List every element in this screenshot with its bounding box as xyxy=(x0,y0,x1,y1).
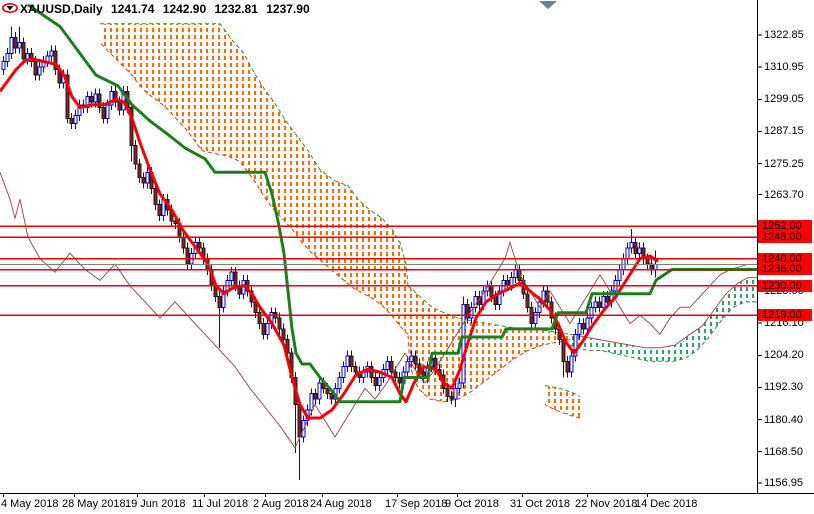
candle xyxy=(85,91,90,113)
price-tick-label: 1310.95 xyxy=(764,61,804,73)
price-chart-canvas[interactable] xyxy=(0,0,814,514)
candle xyxy=(13,31,18,54)
candle xyxy=(625,242,630,265)
date-label: 9 Oct 2018 xyxy=(445,498,499,510)
ohlc-close: 1237.90 xyxy=(266,2,310,16)
candle xyxy=(313,388,318,405)
candle xyxy=(617,264,622,286)
candle xyxy=(573,328,578,362)
date-label: 4 May 2018 xyxy=(1,498,59,510)
candle xyxy=(145,166,150,189)
date-label: 11 Jul 2018 xyxy=(192,498,249,510)
date-label: 2 Aug 2018 xyxy=(253,498,309,510)
candle xyxy=(141,172,146,189)
ohlc-open: 1241.74 xyxy=(111,2,155,16)
candle xyxy=(373,372,378,391)
price-tick-label: 1287.15 xyxy=(764,125,804,137)
price-tick-label: 1299.05 xyxy=(764,93,804,105)
candle xyxy=(1,56,6,76)
price-level-flag: 1230.00 xyxy=(758,280,812,292)
candle xyxy=(53,45,58,76)
candle xyxy=(5,48,10,67)
candle xyxy=(597,296,602,313)
candle xyxy=(593,296,598,313)
candle xyxy=(221,285,226,313)
candle xyxy=(77,99,82,121)
price-tick-label: 1322.85 xyxy=(764,29,804,41)
date-label: 14 Dec 2018 xyxy=(635,498,698,510)
ohlc-high: 1242.90 xyxy=(162,2,207,16)
candle xyxy=(317,377,322,405)
date-label: 22 Nov 2018 xyxy=(575,498,638,510)
candle xyxy=(69,112,74,130)
price-tick-label: 1180.40 xyxy=(764,414,803,426)
price-tick-label: 1156.95 xyxy=(764,477,803,489)
candle xyxy=(217,291,222,348)
candle xyxy=(513,264,518,283)
candle xyxy=(41,56,46,73)
candle xyxy=(589,301,594,324)
candle xyxy=(385,355,390,375)
candle xyxy=(649,258,654,275)
candle xyxy=(497,285,502,310)
candle xyxy=(137,158,142,184)
candle xyxy=(369,361,374,383)
price-level-flag: 1236.00 xyxy=(758,263,812,275)
price-tick-label: 1168.50 xyxy=(764,446,803,458)
arrow-down-marker[interactable] xyxy=(539,1,557,9)
ohlc-low: 1232.81 xyxy=(214,2,258,16)
chart-window: XAUUSD,Daily 1241.74 1242.90 1232.81 123… xyxy=(0,0,814,514)
candle xyxy=(581,318,586,335)
date-label: 19 Jun 2018 xyxy=(125,498,186,510)
ichimoku-cloud xyxy=(99,23,757,419)
candle xyxy=(237,280,242,300)
candle xyxy=(377,372,382,391)
candle xyxy=(113,85,118,108)
candle xyxy=(629,229,634,254)
axis-frame xyxy=(0,0,814,497)
candle xyxy=(37,61,42,81)
candle xyxy=(185,242,190,270)
candle xyxy=(361,366,366,383)
candle xyxy=(345,350,350,373)
candle xyxy=(637,242,642,259)
candle xyxy=(349,350,354,373)
candle xyxy=(157,199,162,221)
candle xyxy=(633,237,638,259)
candle xyxy=(133,139,138,170)
candle xyxy=(97,88,102,113)
symbol-icon xyxy=(2,3,18,13)
candle xyxy=(461,296,466,389)
date-label: 28 May 2018 xyxy=(62,498,126,510)
candle xyxy=(9,26,14,59)
candle xyxy=(565,355,570,378)
candle xyxy=(641,242,646,265)
symbol-period-label: XAUUSD,Daily xyxy=(20,2,103,16)
price-tick-label: 1275.25 xyxy=(764,158,804,170)
price-tick-label: 1204.20 xyxy=(764,349,804,361)
price-level-flag: 1248.00 xyxy=(758,231,812,243)
chart-title: XAUUSD,Daily 1241.74 1242.90 1232.81 123… xyxy=(20,2,315,16)
date-label: 31 Oct 2018 xyxy=(510,498,570,510)
candle xyxy=(49,45,54,62)
price-tick-label: 1263.70 xyxy=(764,189,804,201)
candle xyxy=(569,350,574,378)
candle xyxy=(533,307,538,329)
price-level-flag: 1219.00 xyxy=(758,309,812,321)
candle xyxy=(109,85,114,111)
price-tick-label: 1192.30 xyxy=(764,381,803,393)
candle xyxy=(17,26,22,54)
candle xyxy=(73,110,78,130)
candle xyxy=(341,361,346,383)
date-label: 24 Aug 2018 xyxy=(310,498,372,510)
candle xyxy=(261,318,266,340)
candle xyxy=(525,288,530,313)
candle xyxy=(129,102,134,162)
candle xyxy=(45,50,50,67)
candle xyxy=(397,372,402,389)
candle xyxy=(337,372,342,394)
date-label: 17 Sep 2018 xyxy=(385,498,448,510)
